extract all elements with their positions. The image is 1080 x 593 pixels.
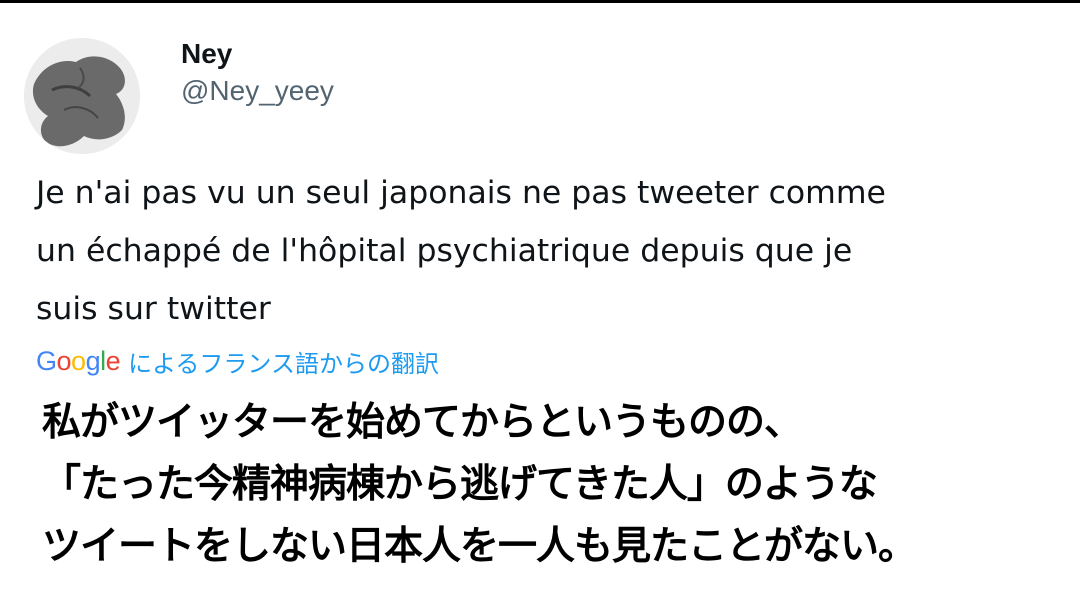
- user-handle[interactable]: @Ney_yeey: [181, 72, 334, 110]
- translated-text: 私がツイッターを始めてからというものの、 「たった今精神病棟から逃げてきた人」の…: [42, 392, 1072, 578]
- translated-text-line: 私がツイッターを始めてからというものの、: [42, 400, 803, 445]
- author-block: Ney @Ney_yeey: [181, 36, 334, 110]
- google-logo-letter: o: [71, 345, 86, 376]
- tweet-card: Ney @Ney_yeey Je n'ai pas vu un seul jap…: [0, 0, 1080, 593]
- translated-text-line: 「たった今精神病棟から逃げてきた人」のような: [42, 462, 878, 507]
- google-logo-letter: G: [36, 345, 57, 376]
- google-logo: G o o g l e: [36, 345, 121, 377]
- tweet-text-line: suis sur twitter: [36, 291, 271, 327]
- display-name[interactable]: Ney: [181, 36, 334, 72]
- translated-text-line: ツイートをしない日本人を一人も見たことがない。: [42, 524, 917, 569]
- avatar-image: [24, 38, 140, 154]
- google-logo-letter: o: [56, 345, 72, 376]
- avatar[interactable]: [24, 38, 140, 154]
- google-logo-letter: g: [85, 345, 101, 376]
- tweet-text-line: Je n'ai pas vu un seul japonais ne pas t…: [36, 175, 886, 211]
- tweet-text-line: un échappé de l'hôpital psychiatrique de…: [36, 233, 853, 269]
- translation-attribution[interactable]: G o o g l e によるフランス語からの翻訳: [36, 341, 439, 381]
- google-logo-letter: e: [105, 345, 121, 376]
- translation-label[interactable]: によるフランス語からの翻訳: [128, 344, 439, 379]
- tweet-text: Je n'ai pas vu un seul japonais ne pas t…: [36, 164, 1046, 338]
